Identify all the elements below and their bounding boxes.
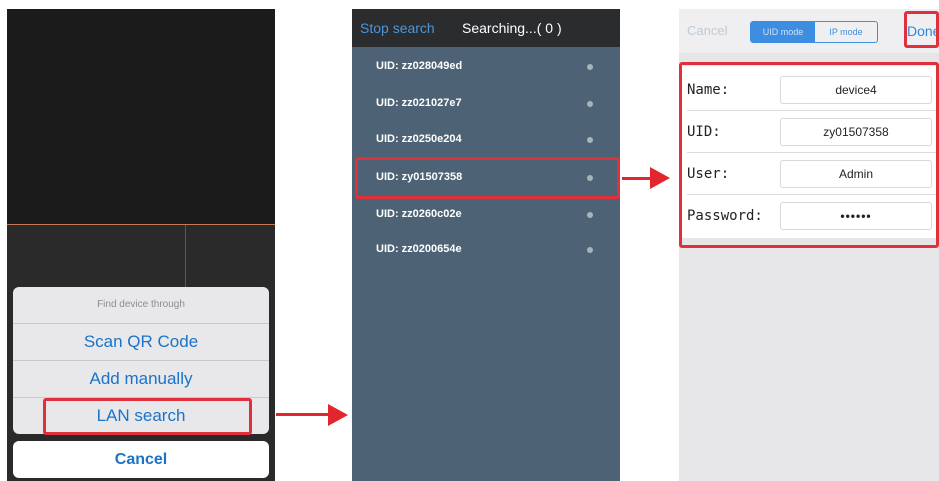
list-item[interactable]: UID: zz0260c02e: [352, 197, 620, 233]
mode-segmented-control: UID mode IP mode: [750, 21, 878, 43]
add-manually-button[interactable]: Add manually: [13, 360, 269, 397]
arrow-right-icon: [276, 413, 328, 416]
lan-search-highlight: [43, 398, 252, 435]
status-dot-icon: [587, 247, 593, 253]
cancel-button[interactable]: Cancel: [13, 441, 269, 478]
form-highlight: [679, 62, 939, 248]
status-dot-icon: [587, 101, 593, 107]
selected-uid-highlight: [355, 157, 620, 199]
search-status: Searching...( 0 ): [462, 20, 562, 36]
list-item[interactable]: UID: zz028049ed: [352, 49, 620, 85]
uid-mode-tab[interactable]: UID mode: [751, 22, 815, 42]
uid-label: UID: zz0250e204: [376, 133, 462, 145]
status-dot-icon: [587, 64, 593, 70]
search-results-panel: Stop search Searching...( 0 ) UID: zz028…: [352, 9, 620, 481]
status-dot-icon: [587, 137, 593, 143]
uid-label: UID: zz0200654e: [376, 243, 462, 255]
list-item[interactable]: UID: zz021027e7: [352, 86, 620, 122]
scan-qr-code-button[interactable]: Scan QR Code: [13, 323, 269, 360]
stop-search-button[interactable]: Stop search: [360, 20, 435, 36]
arrow-head-icon: [328, 404, 348, 426]
search-toolbar: Stop search Searching...( 0 ): [352, 9, 620, 47]
form-toolbar: Cancel UID mode IP mode Done: [679, 9, 939, 53]
done-highlight: [904, 11, 939, 48]
list-item[interactable]: UID: zz0250e204: [352, 122, 620, 158]
arrow-head-icon: [650, 167, 670, 189]
uid-label: UID: zz0260c02e: [376, 208, 462, 220]
list-item[interactable]: UID: zz0200654e: [352, 232, 620, 268]
uid-label: UID: zz028049ed: [376, 60, 463, 72]
status-dot-icon: [587, 212, 593, 218]
cancel-button[interactable]: Cancel: [687, 23, 727, 38]
action-sheet-title: Find device through: [97, 299, 185, 310]
ip-mode-tab[interactable]: IP mode: [815, 22, 877, 42]
uid-label: UID: zz021027e7: [376, 97, 462, 109]
arrow-right-icon: [622, 177, 650, 180]
